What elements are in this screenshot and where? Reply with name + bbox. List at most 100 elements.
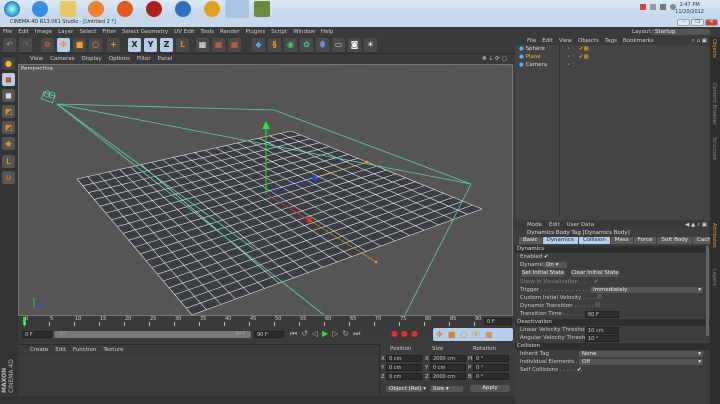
subdivision-surface-icon[interactable]: ◉ [284,38,297,52]
x-axis-lock-icon[interactable]: X [128,38,141,52]
coordinate-mode-dropdown[interactable]: Object (Rel) ▾ [386,386,426,392]
transition-time-field[interactable]: 60 F [585,311,619,318]
size-field[interactable]: 0 cm [430,364,466,371]
menu-image[interactable]: Image [35,27,52,37]
firefox-icon[interactable] [117,1,133,17]
material-menu-texture[interactable]: Texture [103,347,123,353]
menu-select[interactable]: Select [79,27,96,37]
go-to-start-icon[interactable]: ⏮ [290,329,301,338]
object-menu-view[interactable]: View [559,37,572,45]
clear-initial-state-button[interactable]: Clear Initial State [571,270,619,277]
go-to-end-icon[interactable]: ⏭ [353,329,364,338]
rotation-field[interactable]: 0 ° [473,364,509,371]
tab-objects[interactable]: Objects [711,39,717,79]
coordinate-system-icon[interactable]: L [176,38,189,52]
scale-tool-icon[interactable]: ■ [73,38,86,52]
light-icon[interactable]: ☀ [364,38,377,52]
viewport-menu-panel[interactable]: Panel [158,55,173,64]
menu-edit[interactable]: Edit [18,27,29,37]
object-list-item[interactable]: ● Camera • ⁝ [515,61,574,69]
attribute-tab-mass[interactable]: Mass [610,237,633,244]
object-search-icon[interactable]: ⌕ ⌂ ▣ [692,37,710,45]
app-icon[interactable] [254,1,270,17]
material-menu-edit[interactable]: Edit [55,347,66,353]
spline-pen-icon[interactable]: § [268,38,281,52]
object-menu-objects[interactable]: Objects [578,37,599,45]
record-icon[interactable]: ● [391,329,401,338]
menu-help[interactable]: Help [321,27,334,37]
undo-icon[interactable]: ↶ [3,38,16,52]
cinema4d-taskbar-icon[interactable] [225,0,249,18]
attribute-nav-icons[interactable]: ◀ ▲ ⌕ ▣ [685,221,710,229]
start-frame-field[interactable]: 0 F [22,331,52,338]
file-explorer-icon[interactable] [60,1,76,17]
menu-layer[interactable]: Layer [58,27,73,37]
size-field[interactable]: 2000 cm [430,355,466,362]
z-axis-lock-icon[interactable]: Z [160,38,173,52]
attribute-tab-basic[interactable]: Basic [519,237,542,244]
array-icon[interactable]: ✿ [300,38,313,52]
preview-range-slider[interactable]: 0 F 90 F [54,331,251,338]
rotation-field[interactable]: 0 ° [473,373,509,380]
menu-plugins[interactable]: Plugins [246,27,266,37]
object-tag-icon[interactable]: ✔▦ [579,45,589,53]
make-editable-icon[interactable]: ● [2,57,15,70]
object-list-item[interactable]: ● Plane • ⁝ ✔▦ [515,53,589,61]
key-rotation-icon[interactable]: ○ [460,330,472,339]
camera-icon[interactable]: ◙ [348,38,361,52]
key-pla-icon[interactable]: ▦ [485,330,498,339]
attribute-menu-user-data[interactable]: User Data [567,221,594,229]
set-initial-state-button[interactable]: Set Initial State [521,270,565,277]
media-player-icon[interactable] [88,1,104,17]
tab-structure[interactable]: Structure [711,137,717,177]
render-settings-icon[interactable]: ▦ [228,38,241,52]
attribute-tab-soft-body[interactable]: Soft Body [657,237,692,244]
next-key-icon[interactable]: ↻ [342,329,353,338]
linear-velocity-field[interactable]: 10 cm [585,327,619,334]
menu-tools[interactable]: Tools [200,27,214,37]
dynamic-transition-checkbox[interactable] [595,302,601,307]
show-visualization-checkbox[interactable]: ✔ [594,279,599,285]
attribute-menu-mode[interactable]: Mode [527,221,542,229]
menu-render[interactable]: Render [220,27,240,37]
play-icon[interactable]: ▶ [322,329,332,338]
texture-mode-icon[interactable]: ◼ [2,89,15,102]
current-frame-field[interactable]: 0 F [484,318,512,325]
autokey-icon[interactable]: ● [401,329,411,338]
y-axis-lock-icon[interactable]: Y [144,38,157,52]
viewport-menu-display[interactable]: Display [82,55,102,64]
workplane-icon[interactable]: L [2,155,15,168]
render-picture-viewer-icon[interactable]: ▦ [212,38,225,52]
size-field[interactable]: 2000 cm [430,373,466,380]
key-parameter-icon[interactable]: Ⓟ [472,330,485,339]
self-collisions-checkbox[interactable]: ✔ [577,366,582,374]
inherit-tag-dropdown[interactable]: None ▾ [579,351,703,357]
key-scale-icon[interactable]: ■ [448,330,461,339]
previous-frame-icon[interactable]: ◁ [312,329,322,338]
object-menu-file[interactable]: File [527,37,536,45]
apply-button[interactable]: Apply [470,385,510,392]
object-visibility-icon[interactable]: • ⁝ [567,61,574,69]
3d-viewport[interactable]: Perspective [18,64,513,316]
timeline-ruler[interactable]: 0 5 10 15 20 25 30 35 40 45 50 55 60 65 70 75 80 85 90 0 F [18,316,513,327]
material-menu-function[interactable]: Function [73,347,96,353]
object-menu-edit[interactable]: Edit [542,37,553,45]
audacity-icon[interactable] [204,1,220,17]
position-field[interactable]: 0 cm [386,364,422,371]
viewport-menu-view[interactable]: View [30,55,43,64]
object-manager[interactable]: File Edit View Objects Tags Bookmarks ⌕ … [515,37,710,220]
tab-layers[interactable]: Layers [711,269,717,299]
menu-filter[interactable]: Filter [102,27,116,37]
menu-uv-edit[interactable]: UV Edit [174,27,194,37]
internet-explorer-icon[interactable] [32,1,48,17]
live-selection-icon[interactable]: ⊘ [41,38,54,52]
rotate-tool-icon[interactable]: ○ [89,38,102,52]
polygons-mode-icon[interactable]: ◆ [2,137,15,150]
object-menu-tags[interactable]: Tags [605,37,617,45]
add-tool-icon[interactable]: + [107,38,120,52]
restore-button[interactable]: ❐ [691,19,704,26]
render-view-icon[interactable]: ▦ [196,38,209,52]
key-position-icon[interactable]: ✥ [436,330,448,339]
enabled-checkbox[interactable]: ✔ [544,254,549,260]
cube-icon[interactable]: ◆ [252,38,265,52]
